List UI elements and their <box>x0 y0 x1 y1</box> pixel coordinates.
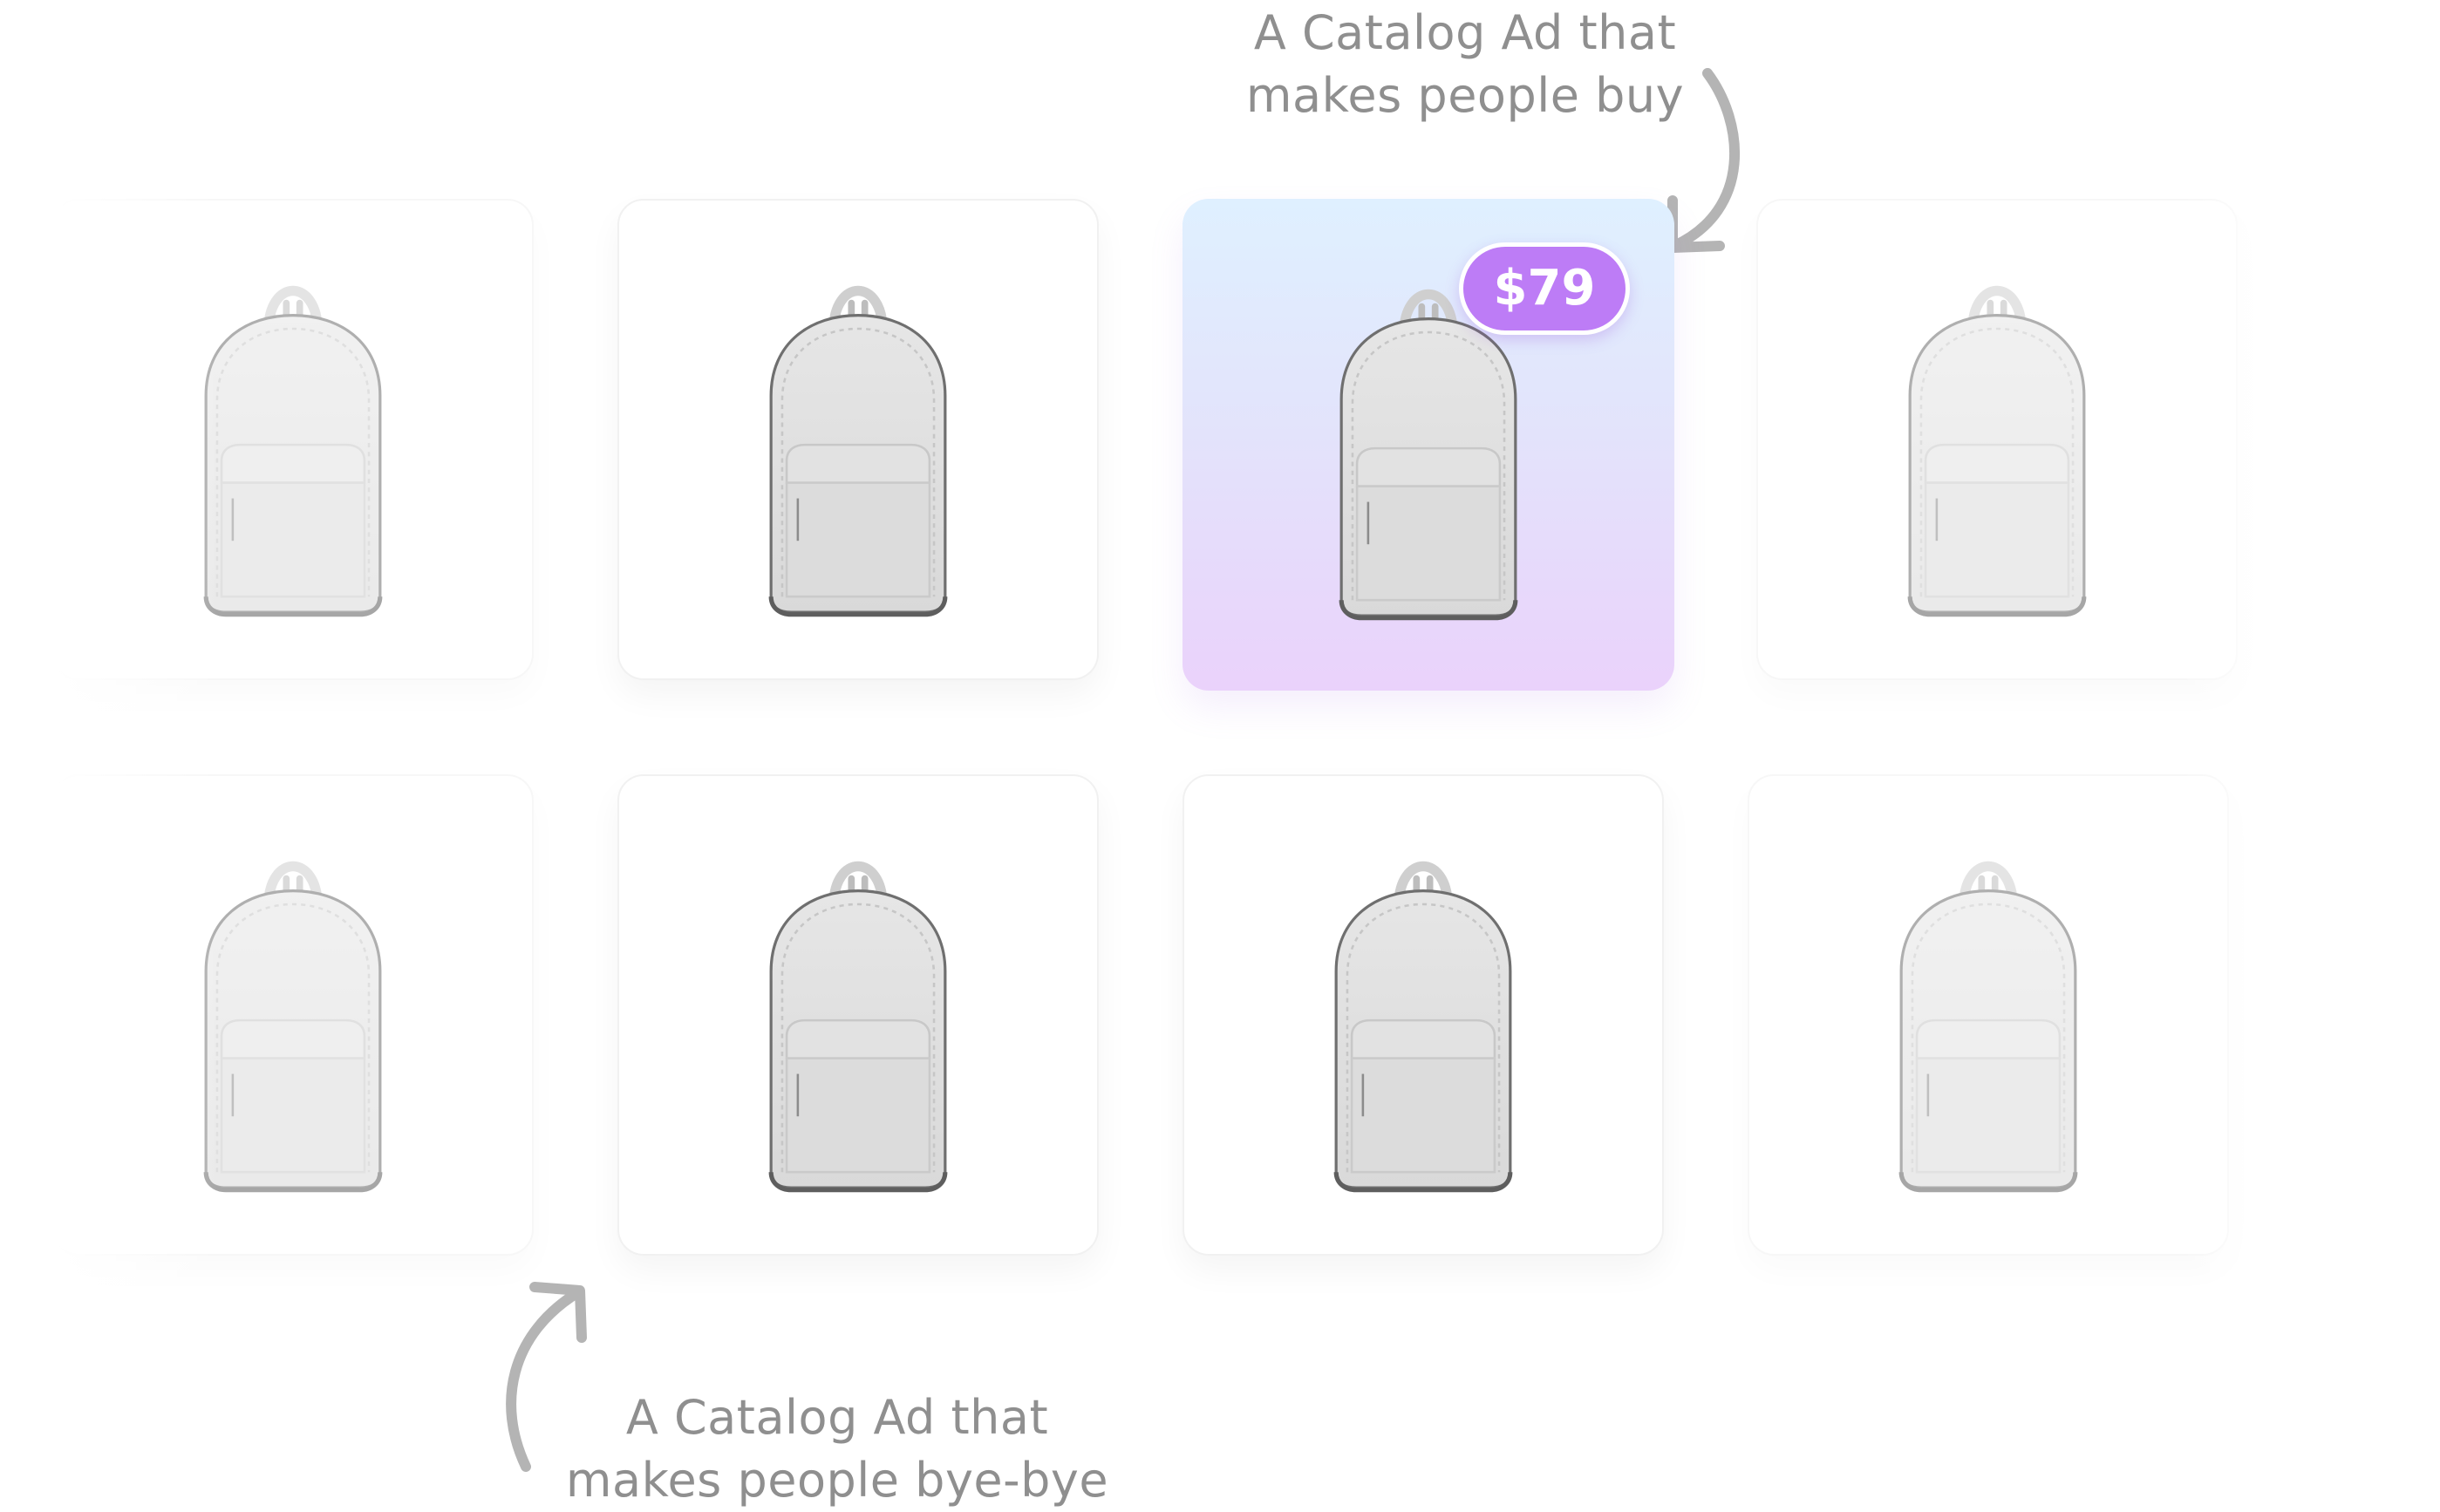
backpack-icon <box>746 262 970 619</box>
catalog-ad-card[interactable] <box>617 774 1099 1256</box>
catalog-ad-card[interactable] <box>617 199 1099 680</box>
catalog-ad-card[interactable] <box>1183 774 1664 1256</box>
edge-fade-right <box>2180 157 2440 1291</box>
price-badge: $79 <box>1459 242 1630 335</box>
annotation-bye-bye: A Catalog Ad that makes people bye-bye <box>541 1386 1134 1512</box>
backpack-icon <box>1877 837 2100 1195</box>
annotation-bye-bye-line2: makes people bye-bye <box>565 1453 1109 1508</box>
annotation-buy: A Catalog Ad that makes people buy <box>1221 2 1709 127</box>
backpack-icon <box>1312 837 1535 1195</box>
annotation-buy-line1: A Catalog Ad that <box>1253 5 1677 60</box>
annotation-bye-bye-line1: A Catalog Ad that <box>625 1390 1049 1445</box>
edge-fade-left <box>0 157 218 1291</box>
annotation-buy-line2: makes people buy <box>1245 68 1685 123</box>
catalog-ad-card[interactable] <box>1756 199 2238 680</box>
catalog-ad-card[interactable] <box>1748 774 2229 1256</box>
backpack-icon <box>1885 262 2109 619</box>
backpack-icon <box>746 837 970 1195</box>
